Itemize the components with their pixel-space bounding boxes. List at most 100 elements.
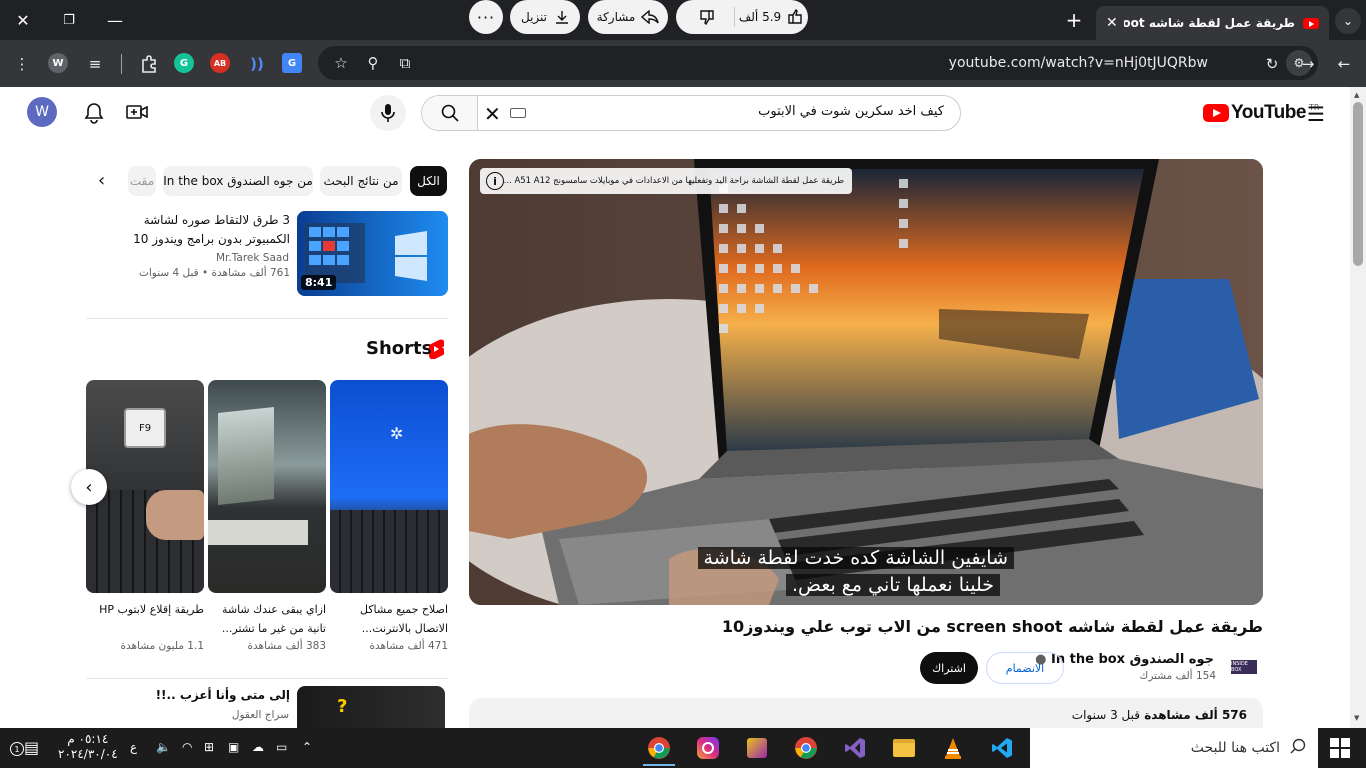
taskbar-visual-studio-icon[interactable] <box>833 730 877 766</box>
download-button[interactable]: تنزيل <box>510 0 580 34</box>
close-window-icon[interactable]: ✕ <box>0 0 46 40</box>
browser-tab[interactable]: طريقة عمل لقطة شاشه screen shoot ✕ <box>1096 6 1329 40</box>
divider <box>86 678 448 679</box>
install-app-icon[interactable]: ⧉ <box>392 50 418 76</box>
related-channel[interactable]: Mr.Tarek Saad <box>216 252 289 264</box>
forward-arrow-icon[interactable]: ← <box>1331 51 1357 77</box>
tab-search-button[interactable]: ⌄ <box>1335 8 1361 34</box>
subscribe-button[interactable]: اشتراك <box>920 652 978 684</box>
dislike-button[interactable] <box>682 9 732 28</box>
clear-search-icon[interactable]: ✕ <box>484 102 501 126</box>
chip-partial[interactable]: مقت <box>128 166 156 196</box>
wifi-icon[interactable]: ◠ <box>182 740 192 754</box>
scroll-down-arrow-icon[interactable]: ▼ <box>1354 714 1359 722</box>
defender-icon[interactable]: ⊞ <box>204 740 214 754</box>
search-box[interactable]: ✕ كيف اخد سكرين شوت في الابتوب <box>421 95 961 131</box>
create-video-icon[interactable] <box>126 102 148 126</box>
short-thumbnail-2[interactable] <box>208 380 326 593</box>
video-player[interactable] <box>469 159 1263 605</box>
taskbar-search-icon <box>1290 738 1306 758</box>
taskbar-vlc-icon[interactable] <box>931 730 975 766</box>
hamburger-menu-icon[interactable]: ☰ <box>1307 102 1325 126</box>
like-button[interactable]: 5.9 ألف <box>736 9 806 25</box>
battery-icon[interactable]: ▭ <box>276 740 287 754</box>
restore-window-icon[interactable]: ❐ <box>46 0 92 40</box>
info-card-text: طريقة عمل لقطة الشاشة براحة اليد وتفعليه… <box>503 176 844 186</box>
onedrive-cloud-icon[interactable]: ☁ <box>252 740 264 754</box>
video-info-card[interactable]: طريقة عمل لقطة الشاشة براحة اليد وتفعليه… <box>480 168 852 194</box>
taskbar-snip-tool-icon[interactable] <box>735 730 779 766</box>
youtube-header: W ✕ كيف اخد سكرين شوت في الابتوب YouTube… <box>0 87 1350 139</box>
shorts-prev-button[interactable]: ‹ <box>71 469 107 505</box>
notifications-bell-icon[interactable] <box>84 102 104 128</box>
like-icon <box>788 9 802 24</box>
taskbar-chrome-icon[interactable] <box>637 730 681 766</box>
account-avatar[interactable]: W <box>27 97 57 127</box>
channel-logo[interactable]: INSIDE BOX <box>1231 660 1257 674</box>
page-scrollbar[interactable]: ▲ ▼ <box>1350 87 1366 728</box>
next-video-title[interactable]: إلى متى وأنا أعزب ..!! <box>120 686 290 705</box>
more-actions-button[interactable]: ··· <box>469 0 503 34</box>
info-icon[interactable]: i <box>486 172 504 190</box>
join-button[interactable]: الانضمام <box>986 652 1064 684</box>
new-tab-button[interactable]: + <box>1062 8 1086 32</box>
menu-dots-icon[interactable]: ⋮ <box>9 51 35 77</box>
taskbar-file-explorer-icon[interactable] <box>882 730 926 766</box>
search-input[interactable]: كيف اخد سكرين شوت في الابتوب <box>758 104 944 119</box>
short-thumbnail-1[interactable]: ✲ <box>330 380 448 593</box>
youtube-logo[interactable]: YouTube TR <box>1203 102 1319 124</box>
youtube-favicon-icon <box>1303 17 1319 29</box>
wordpress-extension-icon[interactable]: W <box>48 53 68 73</box>
display-icon[interactable]: ▣ <box>228 740 239 754</box>
keyboard-image <box>208 520 308 545</box>
adblock-icon[interactable]: AB <box>210 53 230 73</box>
taskbar-vscode-icon[interactable] <box>980 730 1024 766</box>
short-title-2[interactable]: ازاي يبقى عندك شاشة تانية من غير ما تشتر… <box>208 600 326 638</box>
voice-search-mic-icon[interactable] <box>370 95 406 131</box>
extensions-puzzle-icon[interactable] <box>136 51 162 77</box>
scroll-up-arrow-icon[interactable]: ▲ <box>1354 91 1359 99</box>
grammarly-icon[interactable]: G <box>174 53 194 73</box>
keyboard-icon[interactable] <box>510 108 526 118</box>
taskbar-instagram-icon[interactable] <box>686 730 730 766</box>
url-text[interactable]: youtube.com/watch?v=nHj0tJUQRbw <box>949 55 1208 71</box>
related-video-thumbnail[interactable]: 8:41 <box>297 211 448 296</box>
address-bar[interactable]: ☆ ⚲ ⧉ youtube.com/watch?v=nHj0tJUQRbw ⚙ <box>318 46 1318 80</box>
input-language[interactable]: ع <box>130 740 137 754</box>
related-age: قبل 4 سنوات <box>138 267 199 279</box>
audio-wave-icon[interactable]: )) <box>244 51 270 77</box>
scrollbar-thumb[interactable] <box>1353 102 1363 266</box>
short-title-3[interactable]: طريقة إقلاع لابتوب HP <box>86 600 204 619</box>
minimize-window-icon[interactable]: — <box>92 0 138 40</box>
next-video-channel[interactable]: سراج العقول <box>232 709 289 721</box>
share-button[interactable]: مشاركة <box>588 0 668 34</box>
description-meta: 576 ألف مشاهدة قبل 3 سنوات <box>1072 708 1247 722</box>
windows-start-icon[interactable] <box>1330 738 1350 762</box>
short-title-1[interactable]: اصلاح جميع مشاكل الاتصال بالانترنت... <box>330 600 448 638</box>
next-video-thumbnail[interactable]: ? <box>297 686 445 728</box>
monitor-image <box>218 407 274 505</box>
reading-list-icon[interactable]: ≡ <box>82 51 108 77</box>
notification-count[interactable]: 1 <box>10 742 24 756</box>
back-arrow-icon[interactable]: → <box>1295 51 1321 77</box>
short-views-1: 471 ألف مشاهدة <box>369 640 448 652</box>
chip-from-search[interactable]: من نتائج البحث <box>320 166 402 196</box>
toolbar-divider <box>121 54 122 74</box>
zoom-lens-icon[interactable]: ⚲ <box>360 50 386 76</box>
close-tab-icon[interactable]: ✕ <box>1106 15 1118 31</box>
bookmark-star-icon[interactable]: ☆ <box>328 50 354 76</box>
search-button[interactable] <box>422 96 478 130</box>
volume-icon[interactable]: 🔈 <box>156 740 171 754</box>
chip-in-the-box[interactable]: In the box من جوه الصندوق <box>163 166 313 196</box>
taskbar-chrome-profile-icon[interactable] <box>784 730 828 766</box>
clock-date: ٢٠٢٤/٣٠/٠٤ <box>58 747 118 761</box>
taskbar-search-box[interactable]: اكتب هنا للبحث <box>1030 728 1318 768</box>
reload-icon[interactable]: ↻ <box>1259 51 1285 77</box>
clock[interactable]: ٠٥:١٤ م ٢٠٢٤/٣٠/٠٤ <box>58 732 118 762</box>
google-translate-icon[interactable]: G <box>282 53 302 73</box>
chip-all[interactable]: الكل <box>410 166 447 196</box>
action-center-icon[interactable]: ▤ <box>24 738 39 757</box>
tray-overflow-chevron-icon[interactable]: ⌃ <box>302 740 312 754</box>
related-video-title[interactable]: 3 طرق لالتقاط صوره لشاشة الكمبيوتر بدون … <box>100 211 290 249</box>
chips-prev-chevron-icon[interactable]: ‹ <box>98 170 105 191</box>
